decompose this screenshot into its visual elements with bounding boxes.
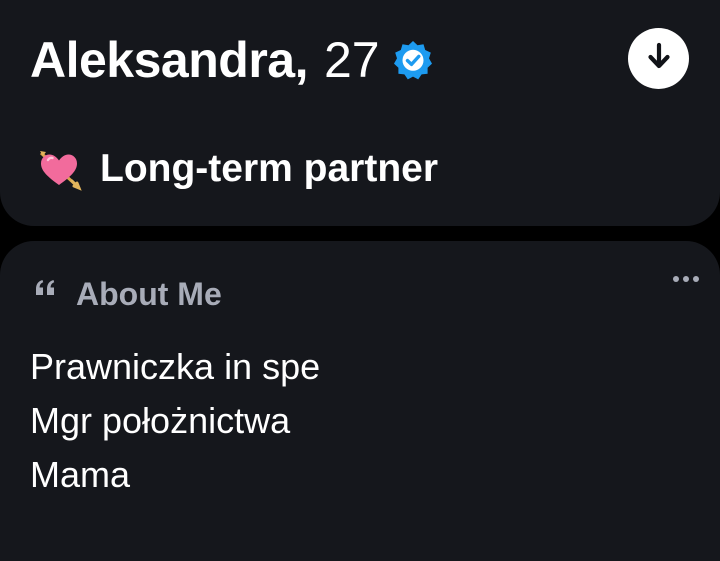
about-me-title: About Me [76,275,222,312]
profile-name: Aleksandra, [30,32,308,88]
arrow-down-icon [644,41,674,76]
relationship-goal: Long-term partner [36,142,438,196]
relationship-goal-label: Long-term partner [100,147,439,190]
quote-icon [34,279,56,297]
heart-with-arrow-icon [36,146,82,192]
name-age-row: Aleksandra, 27 [30,28,434,92]
profile-age: 27 [323,32,380,88]
download-button[interactable] [628,28,689,89]
more-dots-icon [672,270,700,288]
more-options-button[interactable] [670,269,702,289]
bio-line: Mgr położnictwa [30,400,291,441]
verified-badge-icon [392,39,434,81]
about-me-text: Prawniczka in spe Mgr położnictwa Mama [30,340,670,502]
about-me-header: About Me [34,274,222,314]
bio-line: Mama [30,454,131,495]
bio-line: Prawniczka in spe [30,346,321,387]
